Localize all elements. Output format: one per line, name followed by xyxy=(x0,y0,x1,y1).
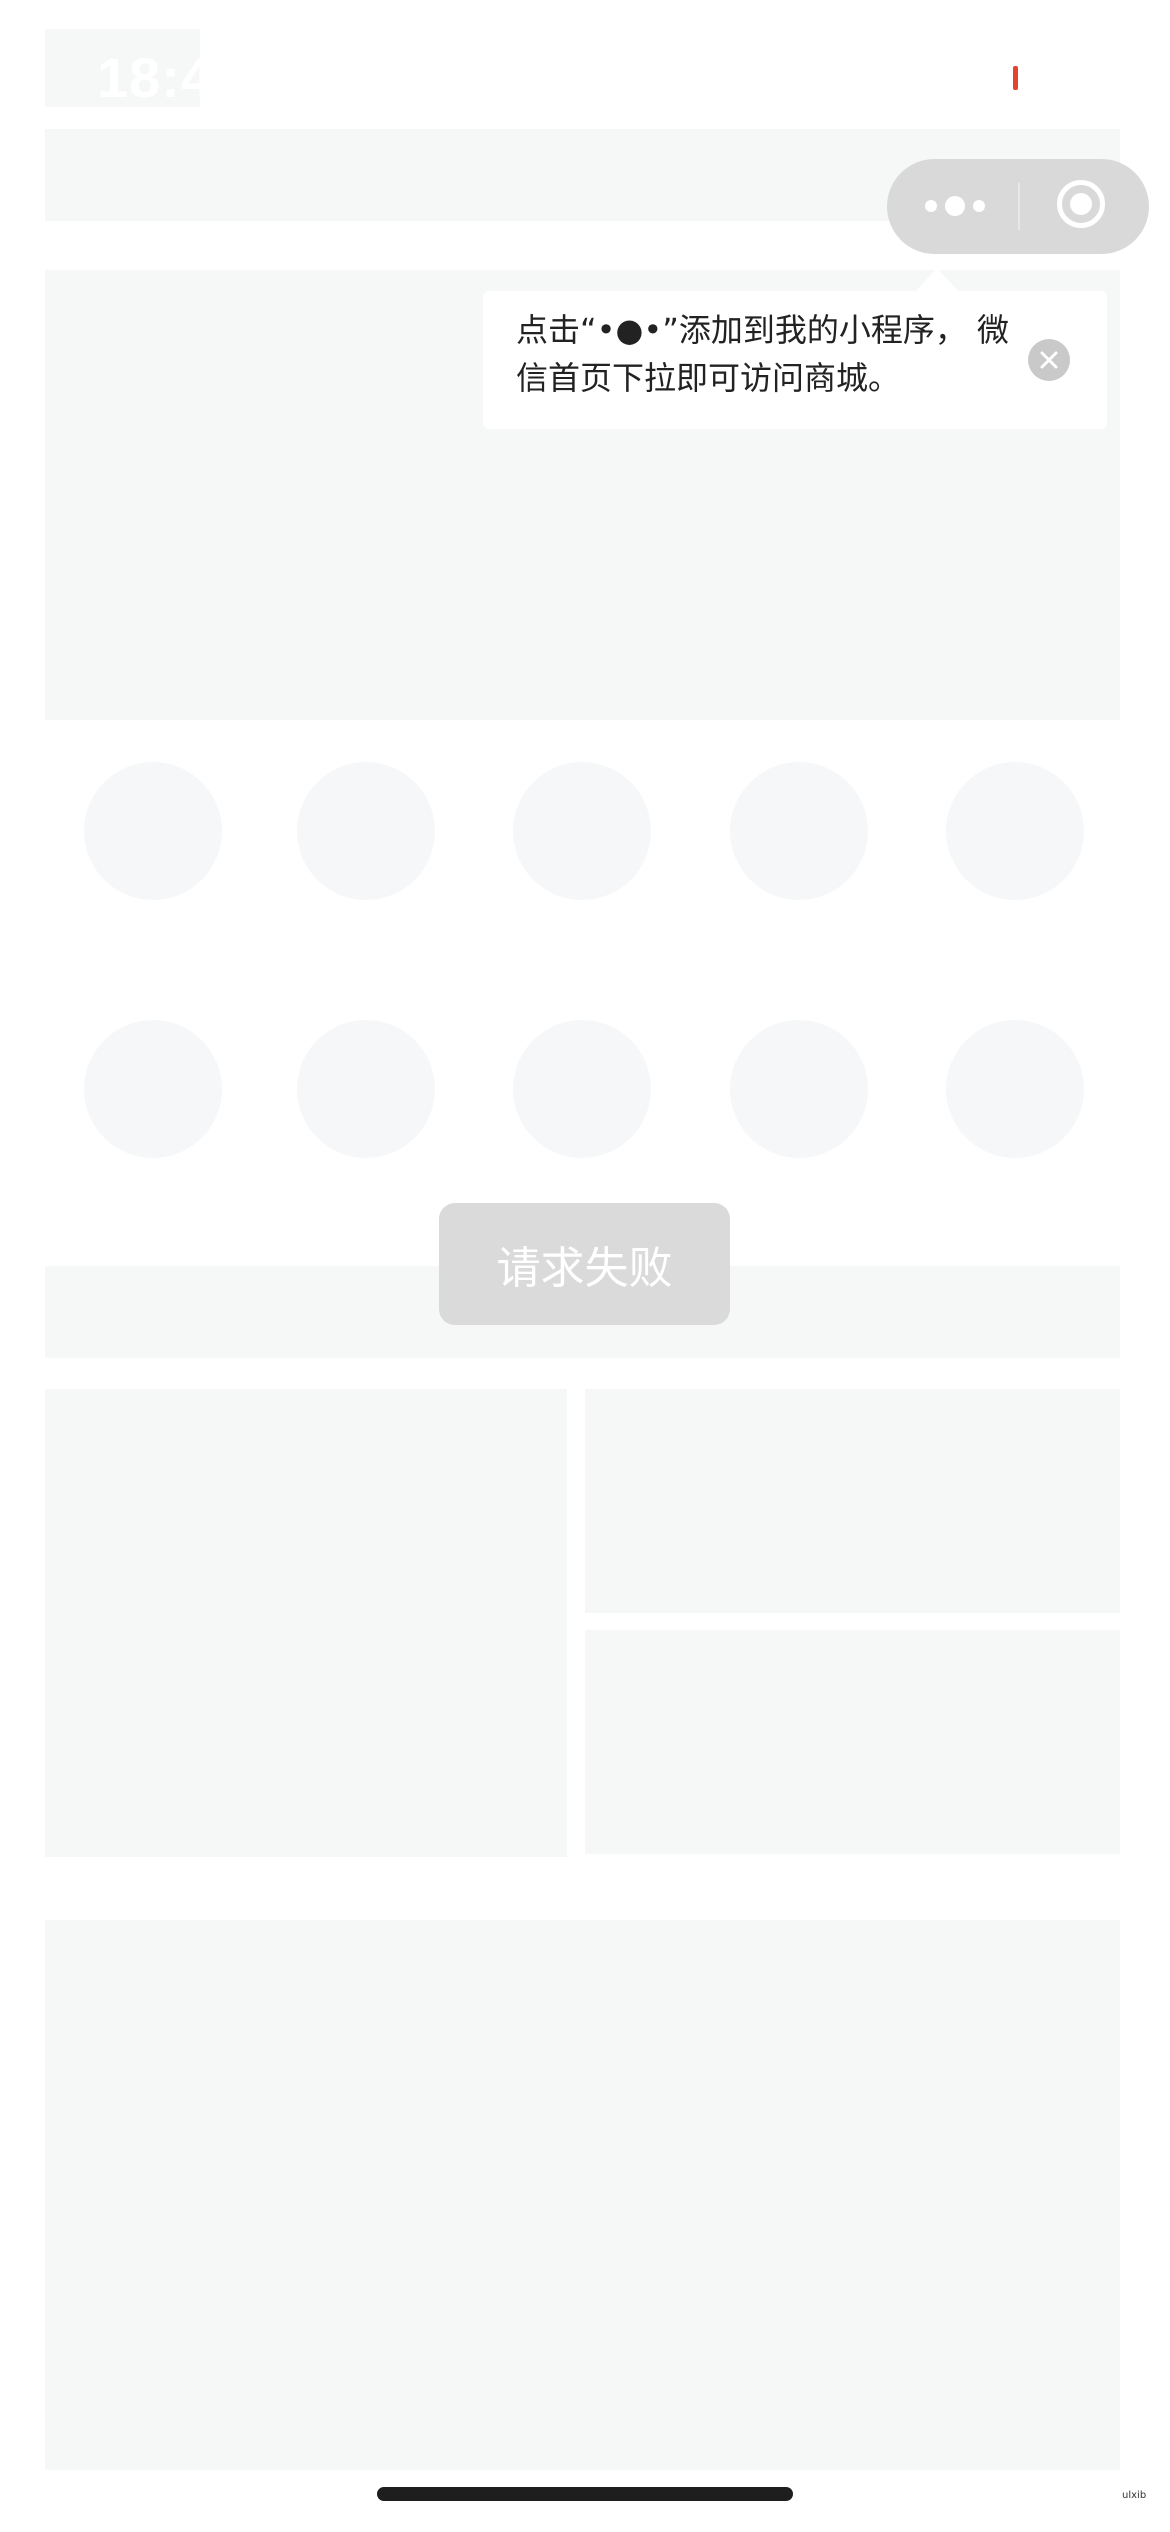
skeleton-category-icon xyxy=(84,1020,222,1158)
skeleton-category-icon xyxy=(297,1020,435,1158)
mini-program-capsule xyxy=(887,159,1149,254)
capsule-divider xyxy=(1018,183,1020,230)
toast-message: 请求失败 xyxy=(496,1243,673,1294)
status-time: 18:4 xyxy=(97,46,200,107)
skeleton-card-large xyxy=(45,1389,567,1857)
status-indicator-mark xyxy=(1013,66,1018,90)
skeleton-category-icon xyxy=(946,762,1084,900)
tooltip-text: 点击“•●•”添加到我的小程序， 微信首页下拉即可访问商城。 xyxy=(516,311,1010,397)
error-toast: 请求失败 xyxy=(439,1203,730,1325)
skeleton-category-icon xyxy=(946,1020,1084,1158)
watermark: ulxib xyxy=(1122,2490,1147,2501)
skeleton-card-small xyxy=(585,1630,1120,1854)
skeleton-category-icon xyxy=(84,762,222,900)
skeleton-category-icon xyxy=(513,1020,651,1158)
skeleton-category-icon xyxy=(513,762,651,900)
mini-program-page: 18:4 点击“•●•”添加到我的小程序， 微信首页下拉即可访问商城。 请求失败… xyxy=(0,0,1170,2532)
skeleton-card-small xyxy=(585,1389,1120,1613)
more-dots-icon[interactable] xyxy=(925,186,985,226)
status-bar-time-placeholder: 18:4 xyxy=(45,29,200,107)
skeleton-category-icon xyxy=(730,1020,868,1158)
tooltip-arrow xyxy=(915,268,959,292)
skeleton-content-block xyxy=(45,1920,1120,2470)
home-indicator[interactable] xyxy=(377,2487,793,2501)
target-circle-inner xyxy=(1070,193,1092,215)
skeleton-category-icon xyxy=(730,762,868,900)
close-icon[interactable] xyxy=(1028,339,1070,381)
skeleton-category-icon xyxy=(297,762,435,900)
